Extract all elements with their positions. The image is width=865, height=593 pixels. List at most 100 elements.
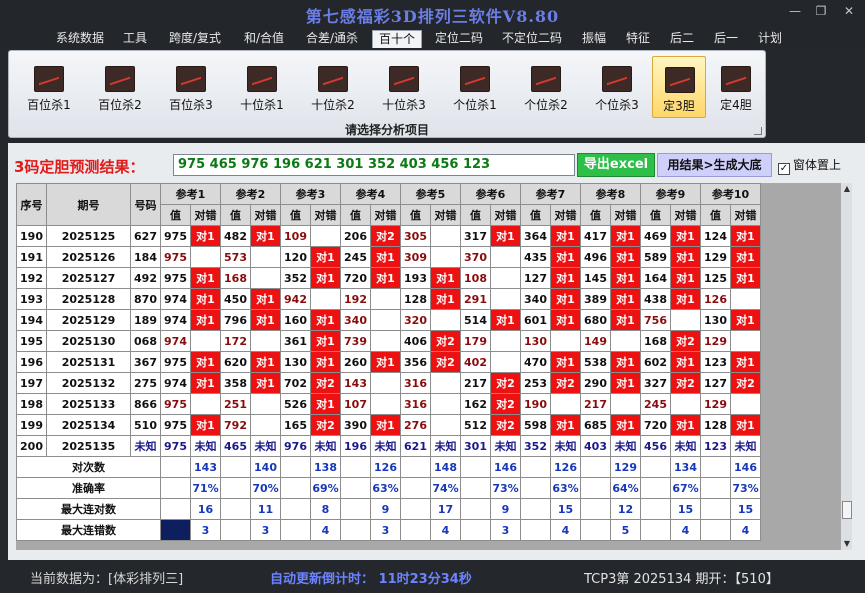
ribbon-button-hundreds-kill-2[interactable]: 百位杀2 bbox=[90, 56, 150, 118]
stat-spacer bbox=[700, 456, 731, 478]
header-ref-8[interactable]: 参考8 bbox=[580, 183, 641, 205]
chart-icon bbox=[531, 66, 561, 92]
menu-item-span[interactable]: 跨度/复式 bbox=[163, 30, 227, 48]
cell-result-hit: 对1 bbox=[610, 267, 641, 289]
subheader-value: 值 bbox=[220, 204, 251, 226]
cell-result bbox=[310, 225, 341, 247]
table-row[interactable]: 196 2025131 367 975 对1 620 对1 130 对1 260 对1 356 对2 40… bbox=[16, 351, 761, 373]
menu-item-fixed-two[interactable]: 定位二码 bbox=[429, 30, 489, 48]
cell-period: 2025130 bbox=[46, 330, 131, 352]
ribbon-button-fixed-4[interactable]: 定4胆 bbox=[710, 56, 762, 118]
subheader-value: 值 bbox=[400, 204, 431, 226]
table-row[interactable]: 199 2025134 510 975 对1 792 165 对2 390 对1 276 512 对2 5… bbox=[16, 414, 761, 436]
cell-result: 未知 bbox=[370, 435, 401, 457]
ribbon-button-ones-kill-3[interactable]: 个位杀3 bbox=[587, 56, 647, 118]
table-row[interactable]: 195 2025130 068 974 172 361 对1 739 406 对2 179 130 14… bbox=[16, 330, 761, 352]
cell-value: 127 bbox=[700, 372, 731, 394]
header-ref-9[interactable]: 参考9 bbox=[640, 183, 701, 205]
cell-seq: 199 bbox=[16, 414, 47, 436]
menu-item-position-digits[interactable]: 百十个 bbox=[372, 30, 422, 48]
cell-value: 435 bbox=[520, 246, 551, 268]
header-ref-7[interactable]: 参考7 bbox=[520, 183, 581, 205]
topmost-checkbox[interactable]: ✓ 窗体置上 bbox=[778, 156, 841, 175]
table-row[interactable]: 198 2025133 866 975 251 526 对1 107 316 162 对2 190 21… bbox=[16, 393, 761, 415]
table-row[interactable]: 193 2025128 870 974 对1 450 对1 942 192 128 对1 291 340… bbox=[16, 288, 761, 310]
menu-item-plan[interactable]: 计划 bbox=[752, 30, 788, 48]
table-row[interactable]: 197 2025132 275 974 对1 358 对1 702 对2 143 316 217 对2 2… bbox=[16, 372, 761, 394]
header-ref-5[interactable]: 参考5 bbox=[400, 183, 461, 205]
stat-spacer bbox=[520, 519, 551, 541]
cell-result-hit: 对1 bbox=[190, 351, 221, 373]
export-excel-button[interactable]: 导出excel bbox=[577, 153, 655, 177]
ribbon-button-fixed-3[interactable]: 定3胆 bbox=[652, 56, 706, 118]
scroll-down-icon[interactable]: ▼ bbox=[841, 538, 852, 550]
close-icon[interactable]: ✕ bbox=[840, 4, 858, 18]
header-number[interactable]: 号码 bbox=[130, 183, 161, 226]
header-ref-10[interactable]: 参考10 bbox=[700, 183, 761, 205]
chart-icon bbox=[460, 66, 490, 92]
cell-value: 514 bbox=[460, 309, 491, 331]
cell-result-hit: 对1 bbox=[550, 351, 581, 373]
cell-result-hit: 对1 bbox=[370, 267, 401, 289]
ribbon-button-hundreds-kill-3[interactable]: 百位杀3 bbox=[161, 56, 221, 118]
subheader-result: 对错 bbox=[730, 204, 761, 226]
menu-item-amplitude[interactable]: 振幅 bbox=[576, 30, 612, 48]
cell-value: 364 bbox=[520, 225, 551, 247]
ribbon-button-ones-kill-2[interactable]: 个位杀2 bbox=[516, 56, 576, 118]
cell-value: 975 bbox=[160, 393, 191, 415]
header-ref-4[interactable]: 参考4 bbox=[340, 183, 401, 205]
checkbox-check-icon[interactable]: ✓ bbox=[778, 163, 790, 175]
table-row[interactable]: 192 2025127 492 975 对1 168 352 对1 720 对1 193 对1 108 1… bbox=[16, 267, 761, 289]
table-row[interactable]: 200 2025135 未知 975 未知 465 未知 976 未知 196 未知 621 未知 301… bbox=[16, 435, 761, 457]
header-period[interactable]: 期号 bbox=[46, 183, 131, 226]
cell-result bbox=[490, 246, 521, 268]
cell-result-hit: 对1 bbox=[430, 267, 461, 289]
cell-value: 756 bbox=[640, 309, 671, 331]
scroll-thumb[interactable] bbox=[842, 501, 852, 519]
minimize-icon[interactable]: — bbox=[786, 4, 804, 18]
menu-item-tools[interactable]: 工具 bbox=[117, 30, 153, 48]
menu-item-last-two[interactable]: 后二 bbox=[664, 30, 700, 48]
cell-value: 129 bbox=[700, 393, 731, 415]
menu-item-features[interactable]: 特征 bbox=[620, 30, 656, 48]
table-row[interactable]: 194 2025129 189 974 对1 796 对1 160 对1 340 320 514 对1 6… bbox=[16, 309, 761, 331]
header-ref-6[interactable]: 参考6 bbox=[460, 183, 521, 205]
ribbon-button-tens-kill-1[interactable]: 十位杀1 bbox=[232, 56, 292, 118]
cell-value: 975 bbox=[160, 225, 191, 247]
results-grid[interactable]: 序号 期号 号码 参考1 参考2 参考3 参考4 参考5 参考6 参考7 参考8 参考9 参考10 值 对错… bbox=[16, 183, 852, 550]
cell-result-hit: 对2 bbox=[310, 414, 341, 436]
cell-result bbox=[430, 246, 461, 268]
cell-result-hit: 对1 bbox=[550, 288, 581, 310]
header-ref-1[interactable]: 参考1 bbox=[160, 183, 221, 205]
prediction-result-field[interactable]: 975 465 976 196 621 301 352 403 456 123 bbox=[173, 154, 575, 176]
vertical-scrollbar[interactable]: ▲ ▼ bbox=[840, 183, 852, 550]
expand-icon[interactable] bbox=[754, 127, 762, 135]
ribbon-button-hundreds-kill-1[interactable]: 百位杀1 bbox=[19, 56, 79, 118]
menu-item-sum[interactable]: 和/合值 bbox=[236, 30, 292, 48]
table-row[interactable]: 191 2025126 184 975 573 120 对1 245 对1 309 370 435 对1… bbox=[16, 246, 761, 268]
table-row[interactable]: 190 2025125 627 975 对1 482 对1 109 206 对2 305 317 对1 3… bbox=[16, 225, 761, 247]
cell-seq: 196 bbox=[16, 351, 47, 373]
header-ref-2[interactable]: 参考2 bbox=[220, 183, 281, 205]
cell-value: 702 bbox=[280, 372, 311, 394]
menu-item-kill[interactable]: 合差/通杀 bbox=[299, 30, 365, 48]
menu-item-unfixed-two[interactable]: 不定位二码 bbox=[497, 30, 567, 48]
cell-result-hit: 对2 bbox=[490, 414, 521, 436]
cell-result: 未知 bbox=[730, 435, 761, 457]
menu-item-last-one[interactable]: 后一 bbox=[708, 30, 744, 48]
header-ref-3[interactable]: 参考3 bbox=[280, 183, 341, 205]
header-seq[interactable]: 序号 bbox=[16, 183, 47, 226]
menu-item-system-data[interactable]: 系统数据 bbox=[50, 30, 110, 48]
cell-result-hit: 对2 bbox=[730, 372, 761, 394]
cell-result bbox=[490, 267, 521, 289]
ribbon-button-ones-kill-1[interactable]: 个位杀1 bbox=[445, 56, 505, 118]
generate-base-button[interactable]: 用结果>生成大底 bbox=[657, 153, 772, 177]
cell-seq: 200 bbox=[16, 435, 47, 457]
cell-value: 720 bbox=[640, 414, 671, 436]
stat-value: 69% bbox=[310, 477, 341, 499]
scroll-up-icon[interactable]: ▲ bbox=[841, 183, 852, 195]
ribbon-button-tens-kill-3[interactable]: 十位杀3 bbox=[374, 56, 434, 118]
cell-result-hit: 对1 bbox=[730, 225, 761, 247]
ribbon-button-tens-kill-2[interactable]: 十位杀2 bbox=[303, 56, 363, 118]
restore-icon[interactable]: ❐ bbox=[812, 4, 830, 18]
